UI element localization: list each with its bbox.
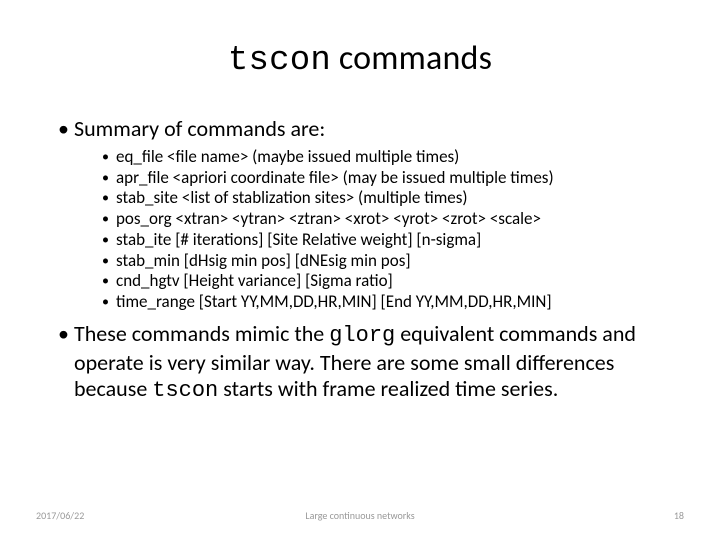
list-item: eq_file <file name> (maybe issued multip…	[102, 147, 662, 168]
list-item: stab_ite [# iterations] [Site Relative w…	[102, 230, 662, 251]
paragraph-item: These commands mimic the glorg equivalen…	[58, 321, 662, 405]
list-item: stab_min [dHsig min pos] [dNEsig min pos…	[102, 251, 662, 272]
list-item: stab_site <list of stablization sites> (…	[102, 188, 662, 209]
slide: tscon commands Summary of commands are: …	[0, 0, 720, 540]
title-rest: commands	[331, 38, 492, 79]
footer-center: Large continuous networks	[0, 509, 720, 522]
para-glorg: glorg	[329, 323, 395, 348]
footer-page-number: 18	[674, 509, 684, 522]
list-item: pos_org <xtran> <ytran> <ztran> <xrot> <…	[102, 209, 662, 230]
title-cmd: tscon	[228, 42, 331, 80]
summary-item: Summary of commands are: eq_file <file n…	[58, 116, 662, 313]
summary-label: Summary of commands are:	[74, 115, 325, 142]
commands-list: eq_file <file name> (maybe issued multip…	[74, 147, 662, 313]
slide-title: tscon commands	[58, 38, 662, 80]
list-item: apr_file <apriori coordinate file> (may …	[102, 168, 662, 189]
body-list: Summary of commands are: eq_file <file n…	[58, 116, 662, 405]
list-item: time_range [Start YY,MM,DD,HR,MIN] [End …	[102, 292, 662, 313]
para-tscon: tscon	[152, 378, 218, 403]
para-text-3: starts with frame realized time series.	[218, 375, 558, 402]
para-text-1: These commands mimic the	[74, 320, 329, 347]
list-item: cnd_hgtv [Height variance] [Sigma ratio]	[102, 271, 662, 292]
